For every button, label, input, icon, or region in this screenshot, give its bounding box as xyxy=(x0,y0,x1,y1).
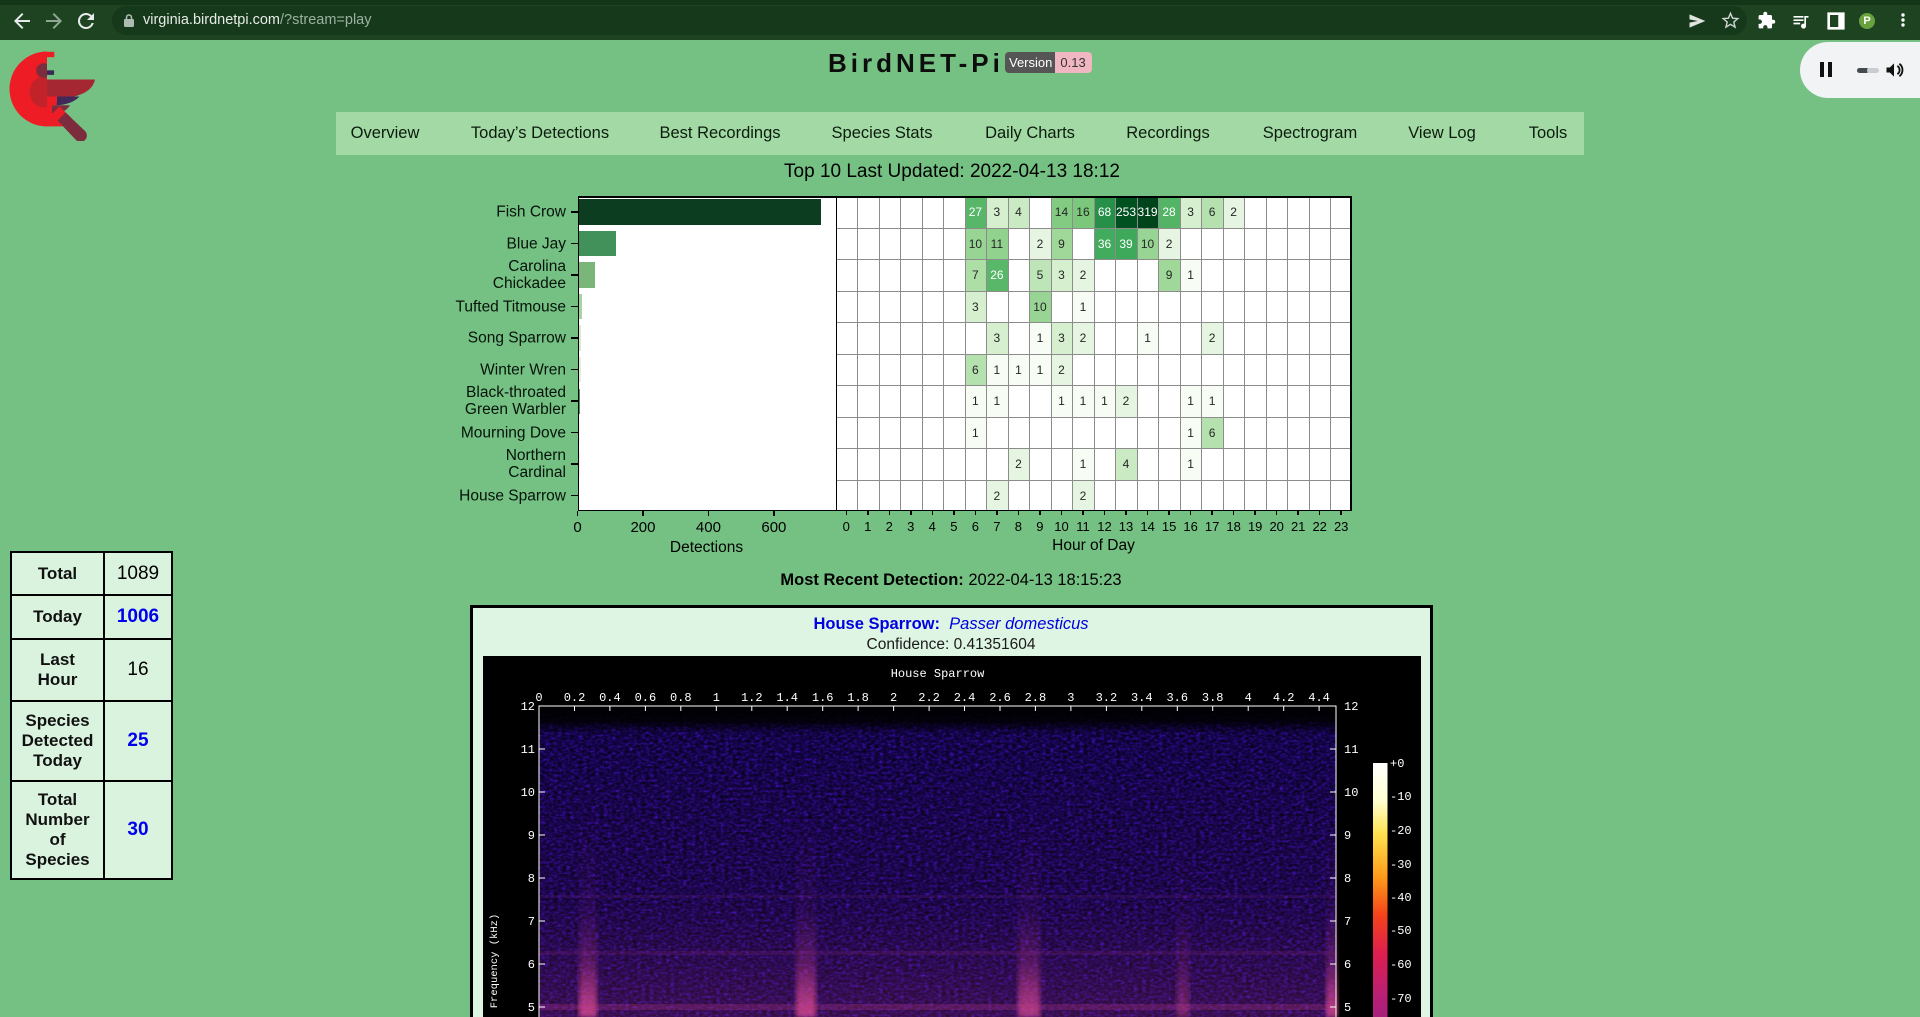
svg-text:2.6: 2.6 xyxy=(989,691,1011,705)
svg-text:7: 7 xyxy=(528,915,535,929)
svg-text:10: 10 xyxy=(521,786,535,800)
svg-text:10: 10 xyxy=(1344,786,1358,800)
svg-text:House Sparrow: House Sparrow xyxy=(891,667,985,681)
svg-text:6: 6 xyxy=(1344,958,1351,972)
svg-text:4: 4 xyxy=(1245,691,1252,705)
svg-text:+0: +0 xyxy=(1390,757,1404,771)
svg-text:Frequency (kHz): Frequency (kHz) xyxy=(489,914,501,1009)
svg-text:2.8: 2.8 xyxy=(1025,691,1047,705)
svg-text:0.2: 0.2 xyxy=(564,691,586,705)
svg-text:-50: -50 xyxy=(1390,924,1412,938)
svg-text:1: 1 xyxy=(713,691,720,705)
svg-text:3.8: 3.8 xyxy=(1202,691,1224,705)
svg-text:4.2: 4.2 xyxy=(1273,691,1295,705)
svg-text:2: 2 xyxy=(890,691,897,705)
svg-text:-60: -60 xyxy=(1390,958,1412,972)
svg-text:1.6: 1.6 xyxy=(812,691,834,705)
svg-text:1.8: 1.8 xyxy=(847,691,869,705)
svg-text:3: 3 xyxy=(1067,691,1074,705)
svg-text:9: 9 xyxy=(1344,829,1351,843)
svg-text:8: 8 xyxy=(1344,872,1351,886)
svg-text:0: 0 xyxy=(535,691,542,705)
svg-text:12: 12 xyxy=(1344,700,1358,714)
svg-text:-10: -10 xyxy=(1390,790,1412,804)
svg-text:7: 7 xyxy=(1344,915,1351,929)
svg-text:1.4: 1.4 xyxy=(776,691,798,705)
svg-text:2.4: 2.4 xyxy=(954,691,976,705)
svg-text:4.4: 4.4 xyxy=(1308,691,1330,705)
svg-text:3.4: 3.4 xyxy=(1131,691,1153,705)
svg-text:9: 9 xyxy=(528,829,535,843)
svg-text:5: 5 xyxy=(1344,1001,1351,1015)
svg-text:-30: -30 xyxy=(1390,858,1412,872)
svg-text:3.6: 3.6 xyxy=(1166,691,1188,705)
svg-text:11: 11 xyxy=(1344,743,1358,757)
svg-text:-40: -40 xyxy=(1390,891,1412,905)
svg-text:-20: -20 xyxy=(1390,824,1412,838)
svg-text:-70: -70 xyxy=(1390,992,1412,1006)
svg-text:12: 12 xyxy=(521,700,535,714)
svg-text:8: 8 xyxy=(528,872,535,886)
svg-text:6: 6 xyxy=(528,958,535,972)
svg-text:1.2: 1.2 xyxy=(741,691,763,705)
svg-text:5: 5 xyxy=(528,1001,535,1015)
svg-text:0.8: 0.8 xyxy=(670,691,692,705)
svg-text:0.4: 0.4 xyxy=(599,691,621,705)
svg-text:2.2: 2.2 xyxy=(918,691,940,705)
svg-text:11: 11 xyxy=(521,743,535,757)
svg-text:0.6: 0.6 xyxy=(635,691,657,705)
svg-text:3.2: 3.2 xyxy=(1096,691,1118,705)
